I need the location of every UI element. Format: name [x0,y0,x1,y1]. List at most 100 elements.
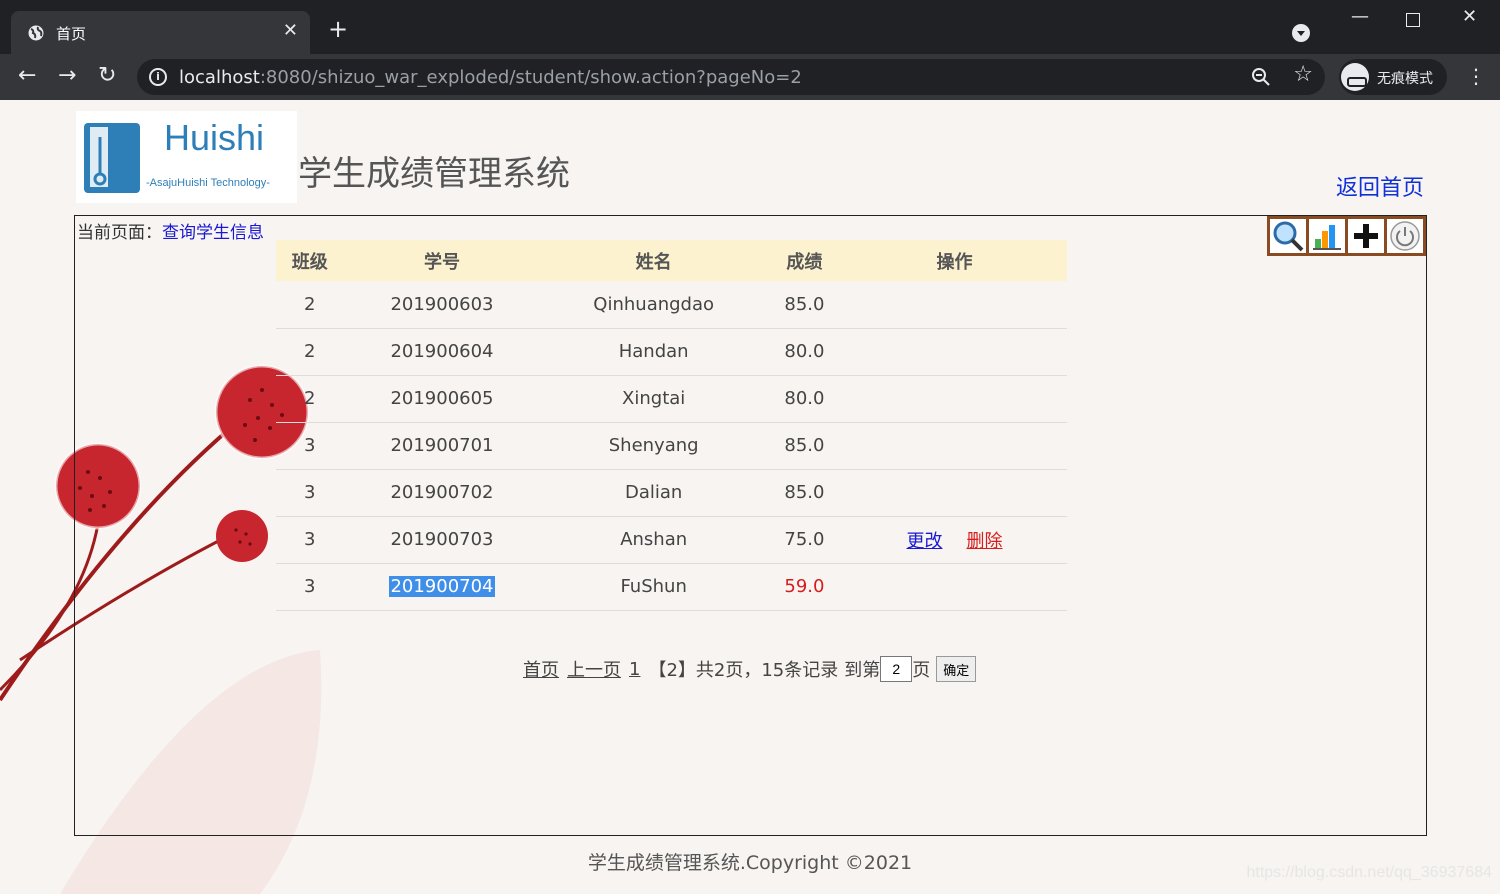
page-1-link[interactable]: 1 [629,659,640,680]
selected-text: 201900704 [389,576,495,597]
page-summary: 共2页，15条记录 [695,660,839,681]
table-row: 2 201900604 Handan 80.0 [276,328,1067,376]
table-row: 2 201900605 Xingtai 80.0 [276,375,1067,423]
cell-class: 3 [276,422,344,470]
chart-tool-button[interactable] [1309,219,1348,253]
logo-text: Huishi [164,117,265,158]
cell-score: 85.0 [766,422,842,470]
site-info-icon[interactable]: i [149,68,167,86]
search-tool-button[interactable] [1270,219,1309,253]
table-row: 2 201900603 Qinhuangdao 85.0 [276,281,1067,329]
col-header-name: 姓名 [540,240,767,281]
book-logo-icon [84,123,140,193]
bookmark-star-icon[interactable]: ☆ [1293,62,1313,87]
back-icon[interactable]: ← [18,64,36,88]
goto-page-input[interactable] [880,656,913,682]
breadcrumb-prefix: 当前页面： [77,223,162,243]
current-page: 【2】 [648,660,696,681]
table-row: 3 201900702 Dalian 85.0 [276,469,1067,517]
col-header-score: 成绩 [766,240,842,281]
globe-icon [28,25,44,41]
cell-score: 75.0 [766,516,842,564]
logo[interactable]: Huishi -AsajuHuishi Technology- [76,111,297,203]
cell-id: 201900704 [343,563,541,611]
breadcrumb-current[interactable]: 查询学生信息 [162,223,264,243]
cell-id: 201900605 [343,375,541,423]
goto-prefix: 到第 [844,660,881,681]
cell-name: Dalian [540,469,767,517]
cell-action [841,469,1067,517]
add-tool-button[interactable] [1348,219,1387,253]
reload-icon[interactable]: ↻ [98,64,116,88]
edit-link[interactable]: 更改 [906,531,942,552]
main-frame: 当前页面：查询学生信息 班级 学号 姓名 成绩 操作 2 201900603 Q… [74,215,1427,836]
cell-class: 3 [276,563,344,611]
browser-menu-icon[interactable]: ⋮ [1466,64,1486,88]
address-bar[interactable]: i localhost:8080/shizuo_war_exploded/stu… [137,59,1325,95]
incognito-indicator[interactable]: 无痕模式 [1339,59,1447,95]
action-toolbar [1267,216,1426,256]
cell-action [841,375,1067,423]
cell-class: 2 [276,328,344,376]
prev-page-link[interactable]: 上一页 [567,656,621,682]
new-tab-button[interactable]: + [328,17,348,41]
delete-link[interactable]: 删除 [966,531,1002,552]
cell-class: 3 [276,469,344,517]
table-row: 3 201900701 Shenyang 85.0 [276,422,1067,470]
table-row: 3 201900703 Anshan 75.0 更改 删除 [276,516,1067,564]
window-close-icon[interactable]: ✕ [1462,6,1477,27]
bar-chart-icon [1313,225,1341,250]
cell-score: 85.0 [766,281,842,329]
table-header-row: 班级 学号 姓名 成绩 操作 [276,240,1067,281]
cell-action [841,422,1067,470]
col-header-action: 操作 [841,240,1067,281]
cell-name: Shenyang [540,422,767,470]
pagination: 首页 上一页 1 【2】 共2页，15条记录 到第 页 确定 [523,656,977,682]
minimize-icon[interactable]: — [1351,6,1369,27]
cell-action: 更改 删除 [841,516,1067,564]
cell-id: 201900604 [343,328,541,376]
cell-name: FuShun [540,563,767,611]
search-icon [1273,221,1304,252]
browser-chrome: 首页 ✕ + — ✕ ← → ↻ i localhost:8080/shizuo… [0,0,1500,100]
plus-icon [1354,224,1378,248]
url-text[interactable]: localhost:8080/shizuo_war_exploded/stude… [179,67,802,88]
cell-score-failing: 59.0 [766,563,842,611]
watermark: https://blog.csdn.net/qq_36937684 [1246,864,1492,881]
cell-action [841,328,1067,376]
cell-score: 80.0 [766,375,842,423]
cell-name: Xingtai [540,375,767,423]
cell-name: Qinhuangdao [540,281,767,329]
cell-id: 201900701 [343,422,541,470]
goto-suffix: 页 [912,660,931,681]
student-table: 班级 学号 姓名 成绩 操作 2 201900603 Qinhuangdao 8… [276,240,1067,611]
forward-icon[interactable]: → [58,64,76,88]
cell-id: 201900603 [343,281,541,329]
maximize-icon[interactable] [1406,13,1420,27]
cell-class: 2 [276,281,344,329]
cell-score: 80.0 [766,328,842,376]
browser-toolbar: ← → ↻ i localhost:8080/shizuo_war_explod… [0,54,1500,100]
table-row: 3 201900704 FuShun 59.0 [276,563,1067,611]
cell-class: 2 [276,375,344,423]
first-page-link[interactable]: 首页 [523,656,559,682]
tab-search-icon[interactable] [1292,24,1310,42]
cell-name: Handan [540,328,767,376]
cell-id: 201900702 [343,469,541,517]
cell-action [841,563,1067,611]
tab-close-icon[interactable]: ✕ [283,20,298,41]
zoom-icon[interactable] [1249,65,1273,89]
logout-tool-button[interactable] [1387,219,1423,253]
confirm-button[interactable]: 确定 [936,656,977,682]
cell-action [841,281,1067,329]
power-icon [1390,221,1420,251]
system-title: 学生成绩管理系统 [298,154,570,194]
cell-class: 3 [276,516,344,564]
page-content: Huishi -AsajuHuishi Technology- 学生成绩管理系统… [0,100,1500,894]
incognito-icon [1341,63,1369,91]
cell-score: 85.0 [766,469,842,517]
cell-name: Anshan [540,516,767,564]
home-link[interactable]: 返回首页 [1336,170,1424,202]
browser-tab[interactable]: 首页 ✕ [11,11,310,54]
tab-title: 首页 [56,25,87,43]
